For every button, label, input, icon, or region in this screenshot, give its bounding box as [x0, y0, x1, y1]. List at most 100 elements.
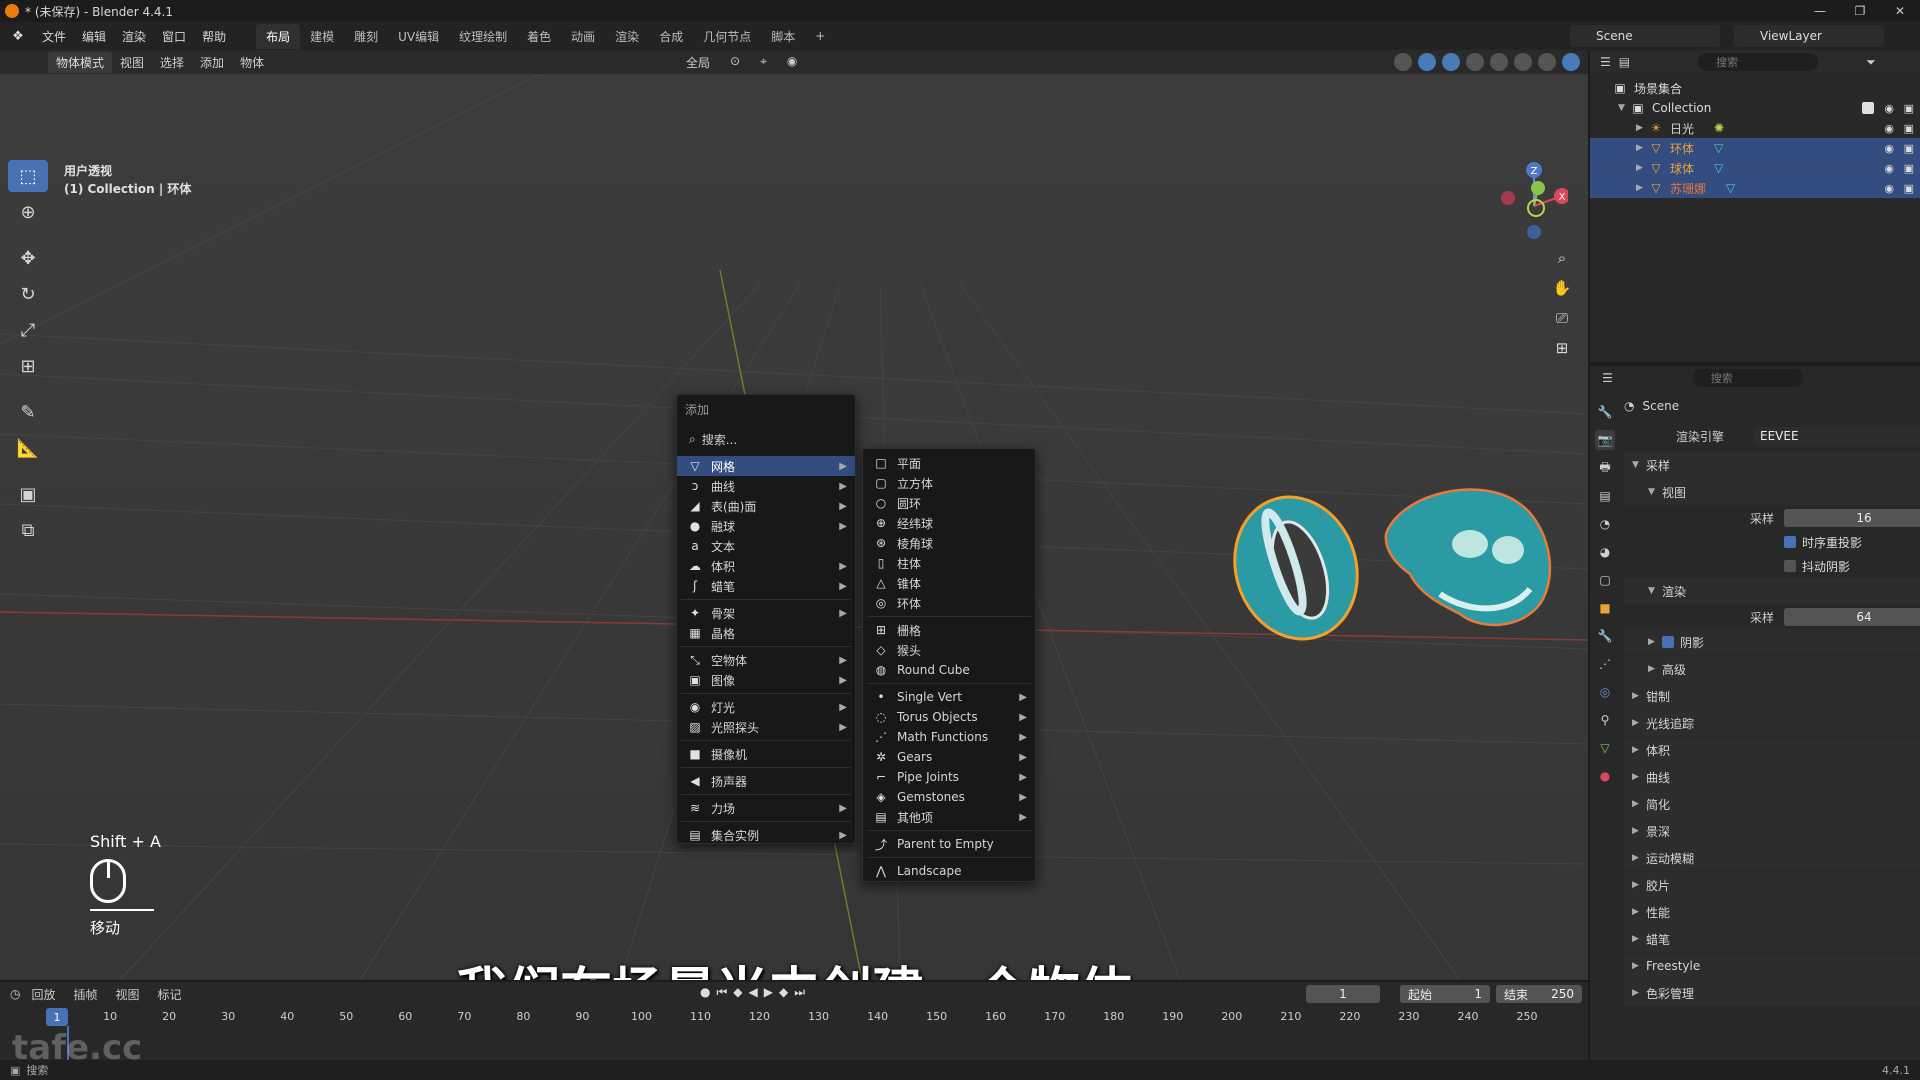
transform-icon[interactable]: ⊞ [8, 350, 48, 382]
timeline-editor-icon[interactable]: ◷ [10, 987, 20, 1001]
constraints-tab-icon[interactable]: ⚲ [1595, 710, 1615, 730]
annotate-icon[interactable]: ✎ [8, 396, 48, 428]
add-object-icon[interactable]: ⧉ [8, 514, 48, 546]
start-frame-field[interactable]: 起始 1 [1400, 985, 1490, 1003]
viewport-samples-field[interactable]: 16 [1784, 509, 1920, 527]
scene-tab-icon[interactable]: ◔ [1595, 514, 1615, 534]
camera-view-icon[interactable]: ⎚ [1548, 306, 1576, 330]
view-layer-selector[interactable]: ViewLayer [1734, 25, 1884, 47]
jump-start-icon[interactable]: ⏮ [716, 985, 727, 1000]
add-menu-item[interactable]: a 文本 [677, 536, 855, 556]
editor-type-icon[interactable]: ☰ [1600, 55, 1611, 69]
xray-icon[interactable] [1466, 53, 1484, 71]
render-engine-dropdown[interactable]: EEVEE [1754, 427, 1920, 445]
add-menu-item[interactable]: ● 融球 ▶ [677, 516, 855, 536]
visibility-eye-icon[interactable]: ◉ [1884, 162, 1894, 175]
add-menu-item[interactable]: ≋ 力场 ▶ [677, 798, 855, 818]
object-tab-icon[interactable]: ■ [1595, 598, 1615, 618]
jump-end-icon[interactable]: ⏭ [794, 985, 805, 1000]
menu-playback[interactable]: 回放 [24, 986, 62, 1003]
mesh-menu-item[interactable]: ⊕ 经纬球 [863, 513, 1035, 533]
mesh-data-icon[interactable]: ▽ [1726, 181, 1735, 195]
wireframe-shading-icon[interactable] [1490, 53, 1508, 71]
visibility-eye-icon[interactable]: ◉ [1884, 102, 1894, 115]
add-menu-item[interactable]: ◉ 灯光 ▶ [677, 697, 855, 717]
menu-file[interactable]: 文件 [34, 28, 74, 45]
tab-modeling[interactable]: 建模 [300, 24, 344, 49]
mesh-menu-item[interactable]: ▢ 立方体 [863, 473, 1035, 493]
expand-icon[interactable]: ▶ [1636, 163, 1648, 173]
mesh-menu-item[interactable]: ◌ Torus Objects ▶ [863, 707, 1035, 727]
render-tab-icon[interactable]: 📷 [1595, 430, 1615, 450]
select-box-icon[interactable]: ⬚ [8, 160, 48, 192]
output-tab-icon[interactable]: 🖶 [1595, 458, 1615, 478]
properties-panel-header[interactable]: ▶ 景深 [1624, 818, 1920, 844]
mesh-menu-item[interactable]: ◎ 环体 [863, 593, 1035, 613]
ortho-toggle-icon[interactable]: ⊞ [1548, 336, 1576, 360]
menu-view[interactable]: 视图 [112, 54, 152, 71]
mesh-menu-item[interactable]: ▤ 其他项 ▶ [863, 807, 1035, 827]
tab-sculpting[interactable]: 雕刻 [344, 24, 388, 49]
next-keyframe-icon[interactable]: ◆ [779, 985, 788, 1000]
add-menu-item[interactable]: ▣ 图像 ▶ [677, 670, 855, 690]
mesh-menu-item[interactable]: ⋀ Landscape [863, 861, 1035, 881]
add-menu-item[interactable]: ▦ 晶格 [677, 623, 855, 643]
rotate-icon[interactable]: ↻ [8, 278, 48, 310]
sampling-panel-header[interactable]: ▼ 采样 [1624, 452, 1920, 478]
visibility-eye-icon[interactable]: ◉ [1884, 182, 1894, 195]
add-menu-item[interactable]: ▤ 集合实例 ▶ [677, 825, 855, 845]
visibility-eye-icon[interactable]: ◉ [1884, 142, 1894, 155]
properties-panel-header[interactable]: ▶ 蜡笔 [1624, 926, 1920, 952]
mesh-menu-item[interactable]: ▯ 柱体 [863, 553, 1035, 573]
menu-help[interactable]: 帮助 [194, 28, 234, 45]
add-cube-icon[interactable]: ▣ [8, 478, 48, 510]
expand-icon[interactable]: ▼ [1618, 103, 1630, 113]
add-menu-item[interactable]: ■ 摄像机 [677, 744, 855, 764]
menu-edit[interactable]: 编辑 [74, 28, 114, 45]
solid-shading-icon[interactable] [1514, 53, 1532, 71]
tab-animation[interactable]: 动画 [561, 24, 605, 49]
render-camera-icon[interactable]: ▣ [1904, 142, 1914, 155]
add-workspace-button[interactable]: + [805, 25, 835, 47]
filter-icon[interactable]: ⏷ [1866, 55, 1876, 70]
record-icon[interactable]: ● [700, 985, 710, 1000]
particles-tab-icon[interactable]: ⋰ [1595, 654, 1615, 674]
add-menu-search[interactable]: ⌕ 搜索... [681, 428, 851, 450]
mesh-menu-item[interactable]: ⌐ Pipe Joints ▶ [863, 767, 1035, 787]
snap-icon[interactable]: ⌖ [754, 53, 773, 72]
playhead-frame-badge[interactable]: 1 [46, 1008, 68, 1026]
properties-panel-header[interactable]: ▶ 光线追踪 [1624, 710, 1920, 736]
add-menu-item[interactable]: ↄ 曲线 ▶ [677, 476, 855, 496]
properties-panel-header[interactable]: ▶ 胶片 [1624, 872, 1920, 898]
properties-editor-icon[interactable]: ☰ [1602, 371, 1613, 385]
properties-panel-header[interactable]: ▶ 运动模糊 [1624, 845, 1920, 871]
scale-icon[interactable]: ⤢ [8, 314, 48, 346]
mesh-data-icon[interactable]: ▽ [1714, 161, 1723, 175]
properties-panel-header[interactable]: ▶ 体积 [1624, 737, 1920, 763]
mesh-menu-item[interactable]: ⋰ Math Functions ▶ [863, 727, 1035, 747]
render-camera-icon[interactable]: ▣ [1904, 182, 1914, 195]
material-shading-icon[interactable] [1538, 53, 1556, 71]
add-menu-item[interactable]: ☁ 体积 ▶ [677, 556, 855, 576]
add-menu-item[interactable]: ▽ 网格 ▶ [677, 456, 855, 476]
overlay-toggle-icon[interactable] [1442, 53, 1460, 71]
add-menu-item[interactable]: ▨ 光照探头 ▶ [677, 717, 855, 737]
rendered-shading-icon[interactable] [1562, 53, 1580, 71]
outliner-object-row[interactable]: ▶ ▽ 球体 ▽ ◉ ▣ [1590, 158, 1920, 178]
properties-search[interactable]: 搜索 [1692, 369, 1803, 387]
data-tab-icon[interactable]: ▽ [1595, 738, 1615, 758]
add-menu-item[interactable]: ⤡ 空物体 ▶ [677, 650, 855, 670]
render-subpanel-header[interactable]: ▼ 渲染 [1624, 578, 1920, 604]
add-menu-item[interactable]: ◢ 表(曲)面 ▶ [677, 496, 855, 516]
properties-panel-header[interactable]: ▶ 简化 [1624, 791, 1920, 817]
collection-tab-icon[interactable]: ▢ [1595, 570, 1615, 590]
play-icon[interactable]: ▶ [764, 985, 773, 1000]
menu-object[interactable]: 物体 [232, 54, 272, 71]
tab-compositing[interactable]: 合成 [649, 24, 693, 49]
render-camera-icon[interactable]: ▣ [1904, 122, 1914, 135]
zoom-icon[interactable]: ⌕ [1548, 246, 1576, 270]
temporal-reprojection-checkbox[interactable]: 时序重投影 [1784, 534, 1862, 551]
maximize-button[interactable]: ❐ [1840, 0, 1880, 22]
expand-icon[interactable]: ▶ [1636, 143, 1648, 153]
menu-keying[interactable]: 插帧 [67, 986, 105, 1003]
